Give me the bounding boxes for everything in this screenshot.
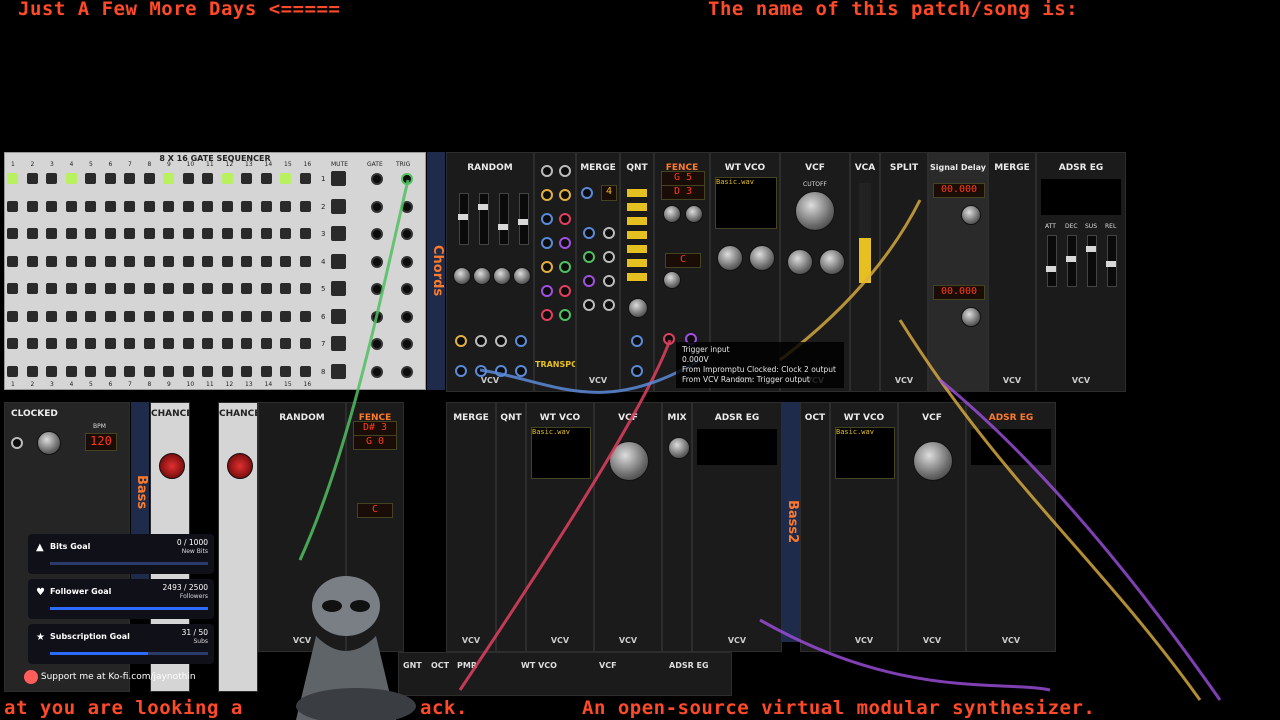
star-icon: ★ [36, 632, 45, 643]
subscription-goal: ★ Subscription Goal 31 / 50 Subs [28, 624, 214, 664]
tooltip-line-2: 0.000V [682, 355, 709, 364]
goal-progress-bar [50, 652, 208, 655]
diamond-icon: ▲ [36, 542, 44, 553]
tooltip-line-1: Trigger input [682, 345, 730, 354]
goal-name: Subscription Goal [50, 632, 130, 641]
tooltip-line-3: From Impromptu Clocked: Clock 2 output [682, 365, 836, 374]
goal-count: 31 / 50 [181, 628, 208, 637]
goal-unit: New Bits [181, 548, 208, 555]
trigger-input-tooltip: Trigger input 0.000V From Impromptu Cloc… [676, 342, 844, 388]
stream-goals-overlay: ▲ Bits Goal 0 / 1000 New Bits ♥ Follower… [24, 534, 216, 664]
bits-goal: ▲ Bits Goal 0 / 1000 New Bits [28, 534, 214, 574]
kofi-text: Support me at Ko-fi.com/jaynothin [40, 672, 196, 682]
kofi-icon [24, 670, 38, 684]
heart-icon: ♥ [36, 587, 45, 598]
kofi-banner[interactable]: Support me at Ko-fi.com/jaynothin [24, 670, 216, 690]
goal-name: Follower Goal [50, 587, 112, 596]
tooltip-line-4: From VCV Random: Trigger output [682, 375, 810, 384]
goal-progress-bar [50, 562, 208, 565]
goal-unit: Followers [179, 593, 208, 600]
goal-count: 2493 / 2500 [162, 583, 208, 592]
alien-mascot-image [296, 576, 416, 720]
goal-progress-bar [50, 607, 208, 610]
goal-unit: Subs [193, 638, 208, 645]
goal-count: 0 / 1000 [176, 538, 208, 547]
goal-name: Bits Goal [50, 542, 91, 551]
follower-goal: ♥ Follower Goal 2493 / 2500 Followers [28, 579, 214, 619]
